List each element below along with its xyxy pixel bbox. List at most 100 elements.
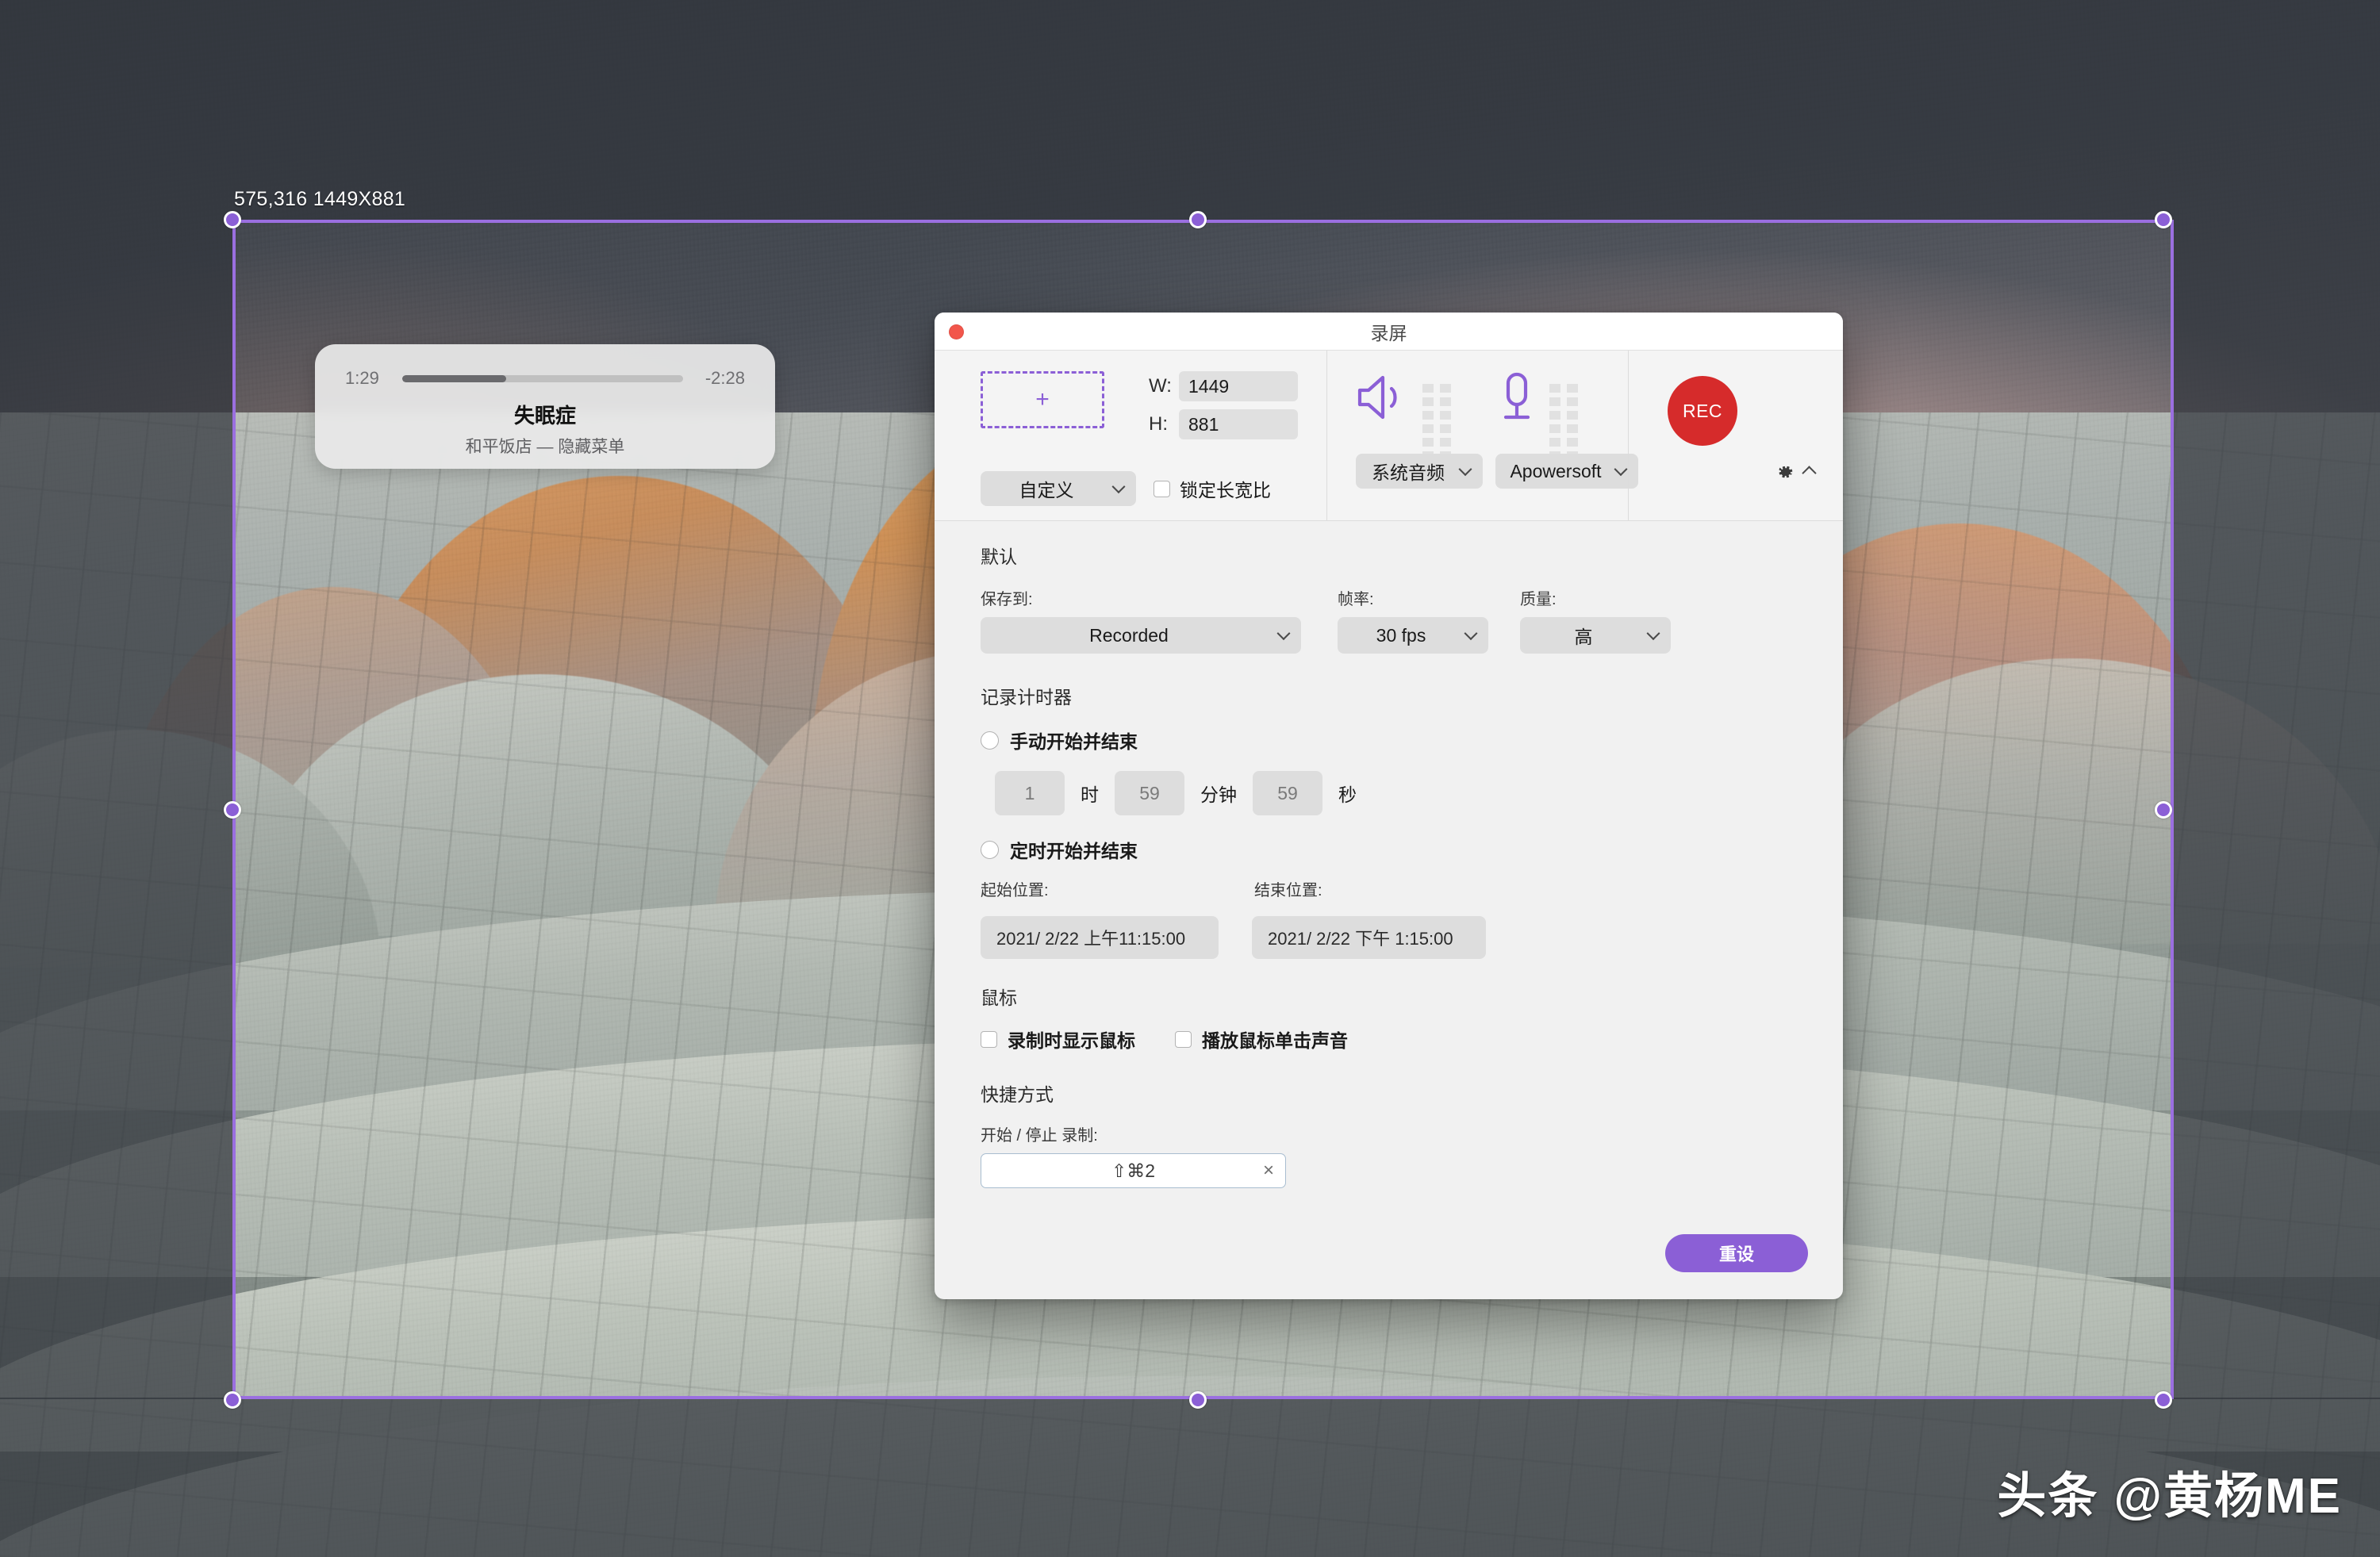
start-stop-shortcut-label: 开始 / 停止 录制: [981, 1127, 1098, 1145]
desktop: 575,316 1449X881 1:29 -2:28 失眠症 和平饭店 — 隐… [0, 0, 2380, 1557]
save-to-dropdown[interactable]: Recorded [981, 617, 1301, 654]
shortcut-value: ⇧⌘2 [1111, 1160, 1156, 1181]
show-cursor-checkbox[interactable]: 录制时显示鼠标 [981, 1026, 1135, 1053]
fps-dropdown[interactable]: 30 fps [1338, 617, 1488, 654]
resize-handle-bottom-right[interactable] [2155, 1391, 2172, 1409]
resize-handle-middle-right[interactable] [2155, 801, 2172, 819]
seconds-unit: 秒 [1338, 784, 1357, 805]
select-region-button[interactable]: + [981, 371, 1104, 428]
schedule-labels-row: 起始位置: 结束位置: [981, 877, 1843, 908]
now-playing-progress-row: 1:29 -2:28 [345, 368, 745, 389]
scheduled-timer-radio[interactable]: 定时开始并结束 [981, 836, 1843, 863]
reset-button[interactable]: 重设 [1665, 1234, 1808, 1272]
click-sound-checkbox[interactable]: 播放鼠标单击声音 [1175, 1026, 1348, 1053]
now-playing-elapsed: 1:29 [345, 368, 379, 388]
close-window-button[interactable] [949, 324, 964, 339]
area-options-row: 自定义 锁定长宽比 [981, 471, 1271, 506]
audio-sources-group: 系统音频 Apowersoft [1326, 351, 1638, 520]
quality-value: 高 [1574, 627, 1593, 647]
height-label: H: [1149, 413, 1168, 435]
clear-shortcut-icon[interactable]: × [1263, 1161, 1274, 1180]
save-to-value: Recorded [1089, 624, 1169, 646]
show-cursor-label: 录制时显示鼠标 [1008, 1030, 1135, 1051]
chevron-down-icon [1464, 627, 1478, 641]
minutes-unit: 分钟 [1200, 784, 1237, 805]
resize-handle-bottom-center[interactable] [1189, 1391, 1207, 1409]
microphone-icon-row [1495, 371, 1578, 460]
manual-timer-label: 手动开始并结束 [1010, 731, 1138, 752]
fps-label: 帧率: [1338, 591, 1374, 608]
chevron-up-icon[interactable] [1802, 466, 1817, 481]
seconds-input[interactable] [1253, 771, 1322, 815]
chevron-down-icon [1276, 627, 1291, 641]
start-datetime-field[interactable]: 2021/ 2/22 上午11:15:00 [981, 916, 1219, 959]
speaker-icon[interactable] [1356, 371, 1411, 428]
shortcut-section-title: 快捷方式 [981, 1084, 1054, 1105]
gear-icon[interactable] [1774, 462, 1795, 487]
resize-handle-top-center[interactable] [1189, 211, 1207, 228]
width-row: W: [1149, 371, 1298, 401]
defaults-row: 保存到: Recorded 帧率: 30 fps 质量: 高 [981, 586, 1843, 654]
resize-handle-middle-left[interactable] [224, 801, 241, 819]
now-playing-widget[interactable]: 1:29 -2:28 失眠症 和平饭店 — 隐藏菜单 [315, 344, 775, 469]
recorder-toolbar: + W: H: 自定义 [935, 351, 1843, 521]
minutes-input[interactable] [1115, 771, 1184, 815]
microphone-icon[interactable] [1495, 371, 1538, 428]
system-audio-group: 系统音频 [1356, 371, 1483, 489]
microphone-group: Apowersoft [1495, 371, 1638, 489]
height-row: H: [1149, 409, 1298, 439]
checkbox-box [1154, 480, 1170, 497]
dimension-fields: W: H: [1149, 371, 1298, 447]
scheduled-timer-label: 定时开始并结束 [1010, 841, 1138, 861]
save-to-field: 保存到: Recorded [981, 586, 1338, 654]
quality-label: 质量: [1520, 591, 1557, 608]
resize-handle-bottom-left[interactable] [224, 1391, 241, 1409]
quality-field: 质量: 高 [1520, 586, 1702, 654]
fps-field: 帧率: 30 fps [1338, 586, 1520, 654]
plus-icon: + [1035, 386, 1050, 412]
hours-unit: 时 [1081, 784, 1099, 805]
shortcut-input[interactable]: ⇧⌘2 × [981, 1153, 1286, 1188]
now-playing-subtitle: 和平饭店 — 隐藏菜单 [465, 438, 625, 456]
lock-aspect-ratio-label: 锁定长宽比 [1180, 480, 1271, 500]
now-playing-progress-fill [402, 374, 506, 382]
defaults-section-title: 默认 [981, 546, 1017, 567]
width-label: W: [1149, 375, 1172, 397]
window-titlebar[interactable]: 录屏 [935, 313, 1843, 351]
checkbox-box [981, 1030, 997, 1048]
system-audio-level-meter [1422, 384, 1451, 460]
hours-input[interactable] [995, 771, 1065, 815]
lock-aspect-ratio-checkbox[interactable]: 锁定长宽比 [1154, 475, 1271, 502]
start-time-label: 起始位置: [981, 882, 1049, 899]
record-group: REC [1628, 351, 1843, 520]
microphone-dropdown[interactable]: Apowersoft [1495, 454, 1638, 489]
microphone-level-meter [1549, 384, 1578, 460]
width-input[interactable] [1179, 371, 1298, 401]
end-datetime-field[interactable]: 2021/ 2/22 下午 1:15:00 [1252, 916, 1486, 959]
now-playing-scrubber[interactable] [402, 374, 683, 382]
chevron-down-icon [1614, 462, 1628, 477]
dim-overlay-right [2172, 221, 2380, 1399]
system-audio-icon-row [1356, 371, 1451, 460]
area-preset-value: 自定义 [1019, 480, 1074, 500]
microphone-value: Apowersoft [1510, 460, 1602, 481]
schedule-inputs-row: 2021/ 2/22 上午11:15:00 2021/ 2/22 下午 1:15… [981, 916, 1843, 959]
chevron-down-icon [1458, 462, 1472, 477]
resize-handle-top-left[interactable] [224, 211, 241, 228]
now-playing-remaining: -2:28 [704, 368, 745, 388]
recorder-settings-body: 默认 保存到: Recorded 帧率: 30 fps 质量: 高 记录计时器 … [935, 521, 1843, 1299]
now-playing-title: 失眠症 [513, 404, 576, 428]
click-sound-label: 播放鼠标单击声音 [1202, 1030, 1348, 1051]
chevron-down-icon [1111, 480, 1126, 494]
system-audio-dropdown[interactable]: 系统音频 [1356, 454, 1483, 489]
area-preset-dropdown[interactable]: 自定义 [981, 471, 1136, 506]
manual-timer-radio[interactable]: 手动开始并结束 [981, 727, 1843, 754]
height-input[interactable] [1179, 409, 1298, 439]
quality-dropdown[interactable]: 高 [1520, 617, 1671, 654]
window-title: 录屏 [1370, 322, 1407, 343]
record-button[interactable]: REC [1668, 376, 1737, 446]
settings-row [1774, 462, 1817, 487]
selection-coordinate-label: 575,316 1449X881 [234, 188, 406, 210]
resize-handle-top-right[interactable] [2155, 211, 2172, 228]
system-audio-value: 系统音频 [1372, 462, 1445, 483]
